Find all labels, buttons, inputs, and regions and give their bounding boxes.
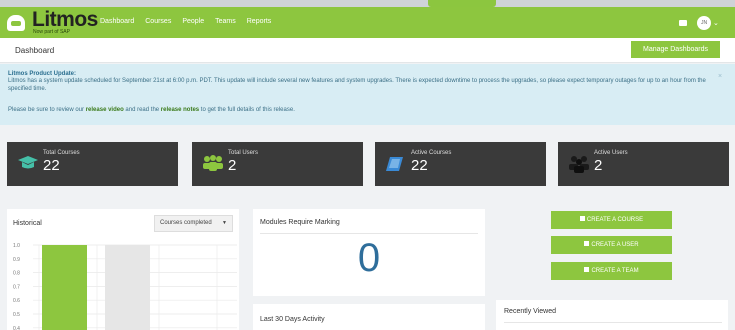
nav-people[interactable]: People (182, 18, 204, 25)
create-team-label: CREATE A TEAM (591, 268, 639, 274)
nav-dashboard[interactable]: Dashboard (100, 18, 134, 25)
caret-down-icon: ▼ (222, 220, 227, 226)
select-value: Courses completed (160, 220, 212, 226)
stat-value: 2 (594, 157, 603, 174)
create-user-label: CREATE A USER (591, 242, 639, 248)
users-icon (203, 155, 223, 171)
notice-body: Litmos has a system update scheduled for… (8, 78, 706, 92)
historical-chart: 1.0 0.9 0.8 0.7 0.6 0.5 0.4 (13, 243, 237, 330)
page-title: Dashboard (15, 46, 55, 55)
recently-viewed-panel: Recently Viewed (496, 300, 728, 330)
graduation-cap-icon (18, 156, 38, 169)
stat-value: 2 (228, 157, 237, 174)
release-video-link[interactable]: release video (86, 107, 124, 113)
notice-links: Please be sure to review our release vid… (8, 107, 295, 113)
y-tick-label: 0.4 (13, 326, 20, 330)
modules-count[interactable]: 0 (253, 236, 485, 281)
create-user-button[interactable]: CREATE A USER (551, 236, 672, 254)
stat-label: Total Courses (43, 150, 80, 156)
historical-title: Historical (13, 220, 42, 227)
user-icon (584, 241, 590, 246)
stat-label: Total Users (228, 150, 259, 156)
top-nav: Litmos Now part of SAP Dashboard Courses… (0, 7, 735, 38)
close-icon[interactable]: × (718, 73, 722, 80)
y-tick-label: 0.9 (13, 257, 20, 263)
modules-title: Modules Require Marking (260, 219, 340, 226)
create-team-button[interactable]: CREATE A TEAM (551, 262, 672, 280)
y-tick-label: 1.0 (13, 243, 20, 249)
stat-total-courses[interactable]: Total Courses 22 (7, 142, 178, 186)
last-30-days-panel: Last 30 Days Activity (253, 304, 485, 330)
litmos-logo-icon[interactable] (7, 15, 25, 31)
y-tick-label: 0.6 (13, 298, 20, 304)
product-update-notice: Litmos Product Update: Litmos has a syst… (0, 64, 735, 125)
divider (260, 233, 478, 234)
stat-value: 22 (43, 157, 60, 174)
last30-title: Last 30 Days Activity (260, 316, 325, 323)
notice-links-middle: and read the (123, 107, 161, 113)
release-notes-link[interactable]: release notes (161, 107, 199, 113)
user-group-icon (569, 156, 589, 173)
upload-progress-pill[interactable] (428, 0, 496, 7)
notice-links-prefix: Please be sure to review our (8, 107, 86, 113)
team-icon (584, 267, 590, 272)
stat-total-users[interactable]: Total Users 2 (192, 142, 363, 186)
nav-courses[interactable]: Courses (145, 18, 171, 25)
modules-marking-panel: Modules Require Marking 0 (253, 209, 485, 296)
chart-bar[interactable] (105, 245, 150, 330)
y-tick-label: 0.7 (13, 284, 20, 290)
divider (504, 322, 722, 323)
nav-reports[interactable]: Reports (247, 18, 272, 25)
top-strip (0, 0, 735, 7)
book-icon (579, 216, 585, 221)
mail-icon[interactable] (679, 20, 687, 26)
notice-links-suffix: to get the full details of this release. (199, 107, 295, 113)
stat-active-courses[interactable]: Active Courses 22 (375, 142, 546, 186)
historical-metric-select[interactable]: Courses completed ▼ (154, 215, 233, 232)
page-header: Dashboard Manage Dashboards (0, 38, 735, 63)
book-icon (386, 157, 403, 171)
chevron-down-icon[interactable]: ⌄ (713, 19, 719, 27)
stat-label: Active Users (594, 150, 628, 156)
chart-bar[interactable] (42, 245, 87, 330)
nav-links: Dashboard Courses People Teams Reports (100, 18, 271, 25)
historical-panel: Historical Courses completed ▼ 1.0 0.9 0.8 0… (7, 209, 239, 330)
create-course-label: CREATE A COURSE (586, 217, 644, 223)
stat-active-users[interactable]: Active Users 2 (558, 142, 729, 186)
notice-title: Litmos Product Update: (8, 71, 77, 77)
nav-teams[interactable]: Teams (215, 18, 236, 25)
recent-title: Recently Viewed (504, 308, 557, 315)
create-course-button[interactable]: CREATE A COURSE (551, 211, 672, 229)
y-tick-label: 0.5 (13, 312, 20, 318)
stat-value: 22 (411, 157, 428, 174)
avatar[interactable]: JN (697, 16, 711, 30)
stat-label: Active Courses (411, 150, 452, 156)
manage-dashboards-button[interactable]: Manage Dashboards (631, 41, 720, 58)
y-tick-label: 0.8 (13, 271, 20, 277)
logo-subtitle: Now part of SAP (33, 29, 70, 35)
